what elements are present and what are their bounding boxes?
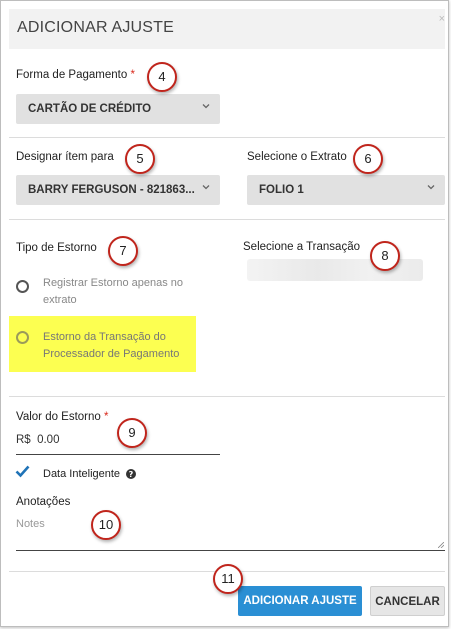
payment-method-select[interactable]: CARTÃO DE CRÉDITO (16, 94, 220, 124)
annotation-badge: 10 (91, 510, 121, 540)
chevron-down-icon (202, 104, 210, 109)
refund-type-label: Tipo de Estorno (16, 242, 97, 254)
notes-label: Anotações (16, 496, 71, 508)
payment-method-label-text: Forma de Pagamento (16, 69, 128, 81)
radio-label-line: extrato (43, 294, 77, 306)
radio-processor-refund-label: Estorno da Transação do Processador de P… (43, 329, 203, 363)
help-icon[interactable]: ? (126, 469, 136, 479)
required-mark: * (104, 411, 109, 423)
refund-amount-label-text: Valor do Estorno (16, 411, 101, 423)
annotation-badge: 4 (147, 62, 177, 92)
divider (9, 219, 445, 220)
assign-item-select[interactable]: BARRY FERGUSON - 821863... (16, 175, 220, 205)
annotation-badge: 8 (370, 241, 400, 271)
add-adjustment-button[interactable]: ADICIONAR AJUSTE (238, 586, 362, 616)
transaction-label: Selecione a Transação (243, 241, 360, 253)
cancel-button[interactable]: CANCELAR (370, 586, 445, 616)
checkmark-icon[interactable] (15, 465, 30, 478)
divider (9, 396, 445, 397)
divider (9, 137, 445, 138)
radio-statement-only-label: Registrar Estorno apenas no extrato (43, 275, 203, 309)
resize-handle-icon[interactable] (438, 542, 444, 548)
statement-value: FOLIO 1 (259, 184, 304, 196)
dialog-title: ADICIONAR AJUSTE (17, 19, 175, 36)
radio-label-line: Registrar Estorno apenas no (43, 277, 184, 289)
statement-label: Selecione o Extrato (247, 151, 347, 163)
notes-placeholder: Notes (16, 518, 45, 530)
chevron-down-icon (427, 185, 435, 190)
assign-item-value: BARRY FERGUSON - 821863... (28, 184, 195, 196)
annotation-badge: 7 (108, 236, 138, 266)
notes-textarea[interactable]: Notes (16, 513, 445, 551)
required-mark: * (130, 69, 135, 81)
payment-method-label: Forma de Pagamento * (16, 69, 135, 81)
annotation-badge: 11 (213, 564, 243, 594)
smart-date-label: Data Inteligente (43, 468, 121, 480)
assign-item-label: Designar ítem para (16, 151, 114, 163)
add-adjustment-dialog: ADICIONAR AJUSTE × Forma de Pagamento * … (0, 0, 449, 627)
statement-select[interactable]: FOLIO 1 (247, 175, 445, 205)
annotation-badge: 5 (125, 144, 155, 174)
refund-amount-label: Valor do Estorno * (16, 411, 109, 423)
dialog-header: ADICIONAR AJUSTE × (9, 9, 445, 49)
radio-label-line: Processador de Pagamento (43, 348, 180, 360)
radio-processor-refund[interactable] (16, 331, 29, 344)
svg-text:?: ? (129, 470, 134, 479)
radio-statement-only[interactable] (16, 280, 29, 293)
radio-label-line: Estorno da Transação do (43, 331, 166, 343)
annotation-badge: 9 (117, 418, 147, 448)
close-icon[interactable]: × (439, 13, 445, 25)
annotation-badge: 6 (353, 144, 383, 174)
payment-method-value: CARTÃO DE CRÉDITO (28, 103, 152, 115)
chevron-down-icon (202, 185, 210, 190)
